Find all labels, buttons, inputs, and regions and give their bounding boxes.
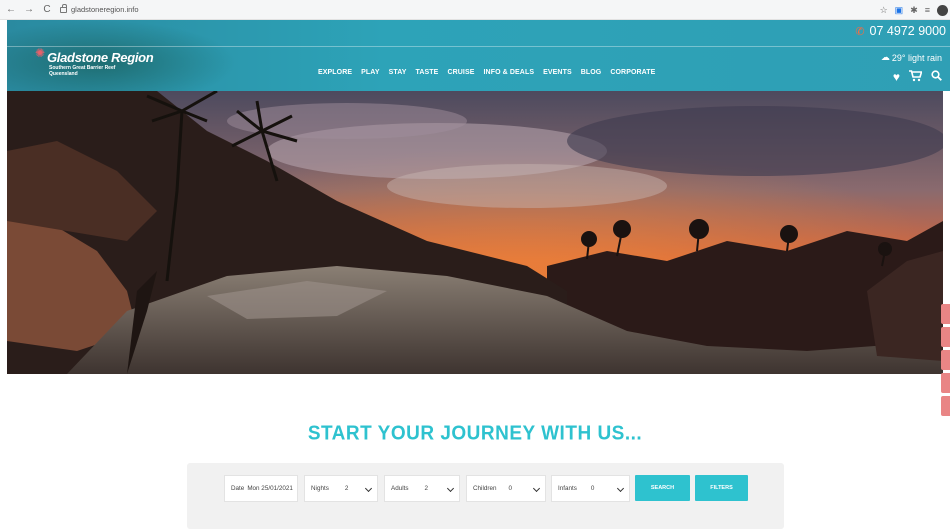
heart-icon[interactable]: ♥ xyxy=(893,70,900,85)
extension-icon[interactable]: ▣ xyxy=(895,3,904,17)
side-tab-4[interactable] xyxy=(941,373,950,393)
side-tab-3[interactable] xyxy=(941,350,950,370)
nav-item-blog[interactable]: BLOG xyxy=(581,69,602,76)
site-header: ✺ Gladstone Region Southern Great Barrie… xyxy=(7,20,950,91)
children-label: Children xyxy=(473,485,497,492)
url-text: gladstoneregion.info xyxy=(71,5,139,14)
sunburst-icon: ✺ xyxy=(35,46,46,60)
browser-toolbar: ← → C gladstoneregion.info ☆ ▣ ✱ ≡ xyxy=(0,0,950,20)
nights-select[interactable]: Nights 2 xyxy=(304,475,378,502)
site-logo[interactable]: ✺ Gladstone Region Southern Great Barrie… xyxy=(35,46,154,77)
date-label: Date xyxy=(231,485,245,492)
hero-video[interactable] xyxy=(7,91,943,374)
phone-number: 07 4972 9000 xyxy=(869,24,946,38)
address-bar[interactable]: gladstoneregion.info xyxy=(60,3,139,17)
chevron-down-icon xyxy=(616,484,625,493)
children-select[interactable]: Children 0 xyxy=(466,475,546,502)
date-field[interactable]: Date Mon 25/01/2021 xyxy=(224,475,298,502)
weather-text: 29° light rain xyxy=(891,52,942,63)
filters-button[interactable]: FILTERS xyxy=(695,475,748,501)
nav-item-info-deals[interactable]: INFO & DEALS xyxy=(484,69,535,76)
logo-title: Gladstone Region xyxy=(47,50,154,65)
nav-item-events[interactable]: EVENTS xyxy=(543,69,572,76)
weather-widget: ☁ 29° light rain xyxy=(881,52,942,63)
nav-item-corporate[interactable]: CORPORATE xyxy=(610,69,655,76)
nights-label: Nights xyxy=(311,485,329,492)
nights-value: 2 xyxy=(344,485,349,492)
adults-label: Adults xyxy=(391,485,409,492)
puzzle-icon[interactable]: ✱ xyxy=(910,3,918,17)
social-side-tabs xyxy=(941,304,950,419)
logo-region: Queensland xyxy=(49,71,78,77)
date-value: Mon 25/01/2021 xyxy=(247,485,293,492)
booking-search-panel: Date Mon 25/01/2021 Nights 2 Adults 2 Ch… xyxy=(187,463,784,529)
side-tab-1[interactable] xyxy=(941,304,950,324)
adults-value: 2 xyxy=(424,485,429,492)
children-value: 0 xyxy=(508,485,512,492)
forward-icon[interactable]: → xyxy=(22,4,36,15)
nav-item-stay[interactable]: STAY xyxy=(389,69,407,76)
journey-headline: START YOUR JOURNEY WITH US... xyxy=(307,422,643,445)
side-tab-5[interactable] xyxy=(941,396,950,416)
chevron-down-icon xyxy=(446,484,455,493)
nav-item-taste[interactable]: TASTE xyxy=(416,69,439,76)
profile-icon[interactable] xyxy=(937,5,948,16)
infants-select[interactable]: Infants 0 xyxy=(551,475,630,502)
header-divider xyxy=(7,46,950,47)
browser-actions: ☆ ▣ ✱ ≡ xyxy=(880,3,948,17)
nav-item-play[interactable]: PLAY xyxy=(361,69,379,76)
side-tab-2[interactable] xyxy=(941,327,950,347)
nav-item-explore[interactable]: EXPLORE xyxy=(318,69,352,76)
reload-icon[interactable]: C xyxy=(40,4,54,15)
hero-landscape-image xyxy=(7,91,943,374)
infants-label: Infants xyxy=(558,485,577,492)
chevron-down-icon xyxy=(364,484,373,493)
phone-icon: ✆ xyxy=(855,25,865,38)
infants-value: 0 xyxy=(590,485,595,492)
phone-link[interactable]: ✆ 07 4972 9000 xyxy=(855,24,946,38)
nav-item-cruise[interactable]: CRUISE xyxy=(447,69,474,76)
back-icon[interactable]: ← xyxy=(4,4,18,15)
search-button[interactable]: SEARCH xyxy=(635,475,690,501)
cloud-rain-icon: ☁ xyxy=(880,52,890,62)
adults-select[interactable]: Adults 2 xyxy=(384,475,460,502)
search-icon[interactable] xyxy=(931,70,942,85)
chevron-down-icon xyxy=(532,484,541,493)
lock-icon xyxy=(60,3,67,13)
star-icon[interactable]: ☆ xyxy=(880,3,888,17)
header-actions: ♥ xyxy=(893,70,942,85)
menu-icon[interactable]: ≡ xyxy=(925,3,930,17)
cart-icon[interactable] xyxy=(909,70,923,85)
main-navigation: EXPLORE PLAY STAY TASTE CRUISE INFO & DE… xyxy=(318,69,655,76)
